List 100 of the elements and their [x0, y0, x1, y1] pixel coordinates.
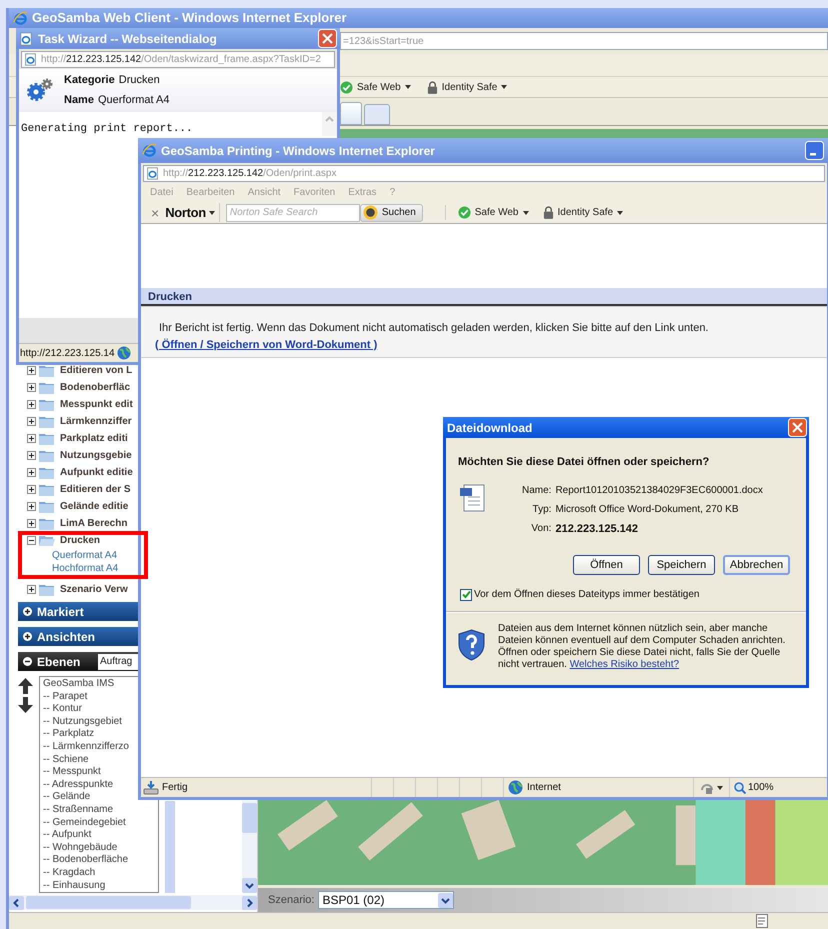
expand-icon[interactable]: [27, 519, 36, 528]
layer-item[interactable]: -- Einhausung: [43, 880, 106, 892]
caret-icon: [617, 210, 624, 214]
tree-item[interactable]: Lärmkennziffer: [60, 414, 132, 429]
check-icon: [340, 80, 353, 94]
tree-item[interactable]: Parkplatz editi: [60, 431, 128, 446]
layer-item[interactable]: -- Kontur: [43, 703, 82, 716]
scenario-dropdown[interactable]: BSP01 (02): [318, 891, 454, 909]
zoom-button[interactable]: 100%: [729, 778, 778, 797]
globe-icon: [116, 346, 131, 360]
tree-item[interactable]: Querformat A4: [52, 549, 118, 562]
checkbox[interactable]: [460, 588, 472, 600]
dropdown[interactable]: Auftrag: [98, 654, 138, 670]
scroll-down-icon[interactable]: [242, 878, 257, 893]
expand-icon[interactable]: [27, 383, 36, 392]
expand-icon[interactable]: [27, 502, 36, 511]
detail-label: Typ:: [532, 502, 552, 516]
tree-item[interactable]: Szenario Verw: [60, 582, 128, 597]
norton-menu[interactable]: Norton: [165, 202, 220, 222]
page-icon: [19, 32, 33, 46]
field-label: Name: [64, 92, 94, 108]
layer-item[interactable]: -- Adresspunkte: [43, 778, 114, 792]
risk-link[interactable]: Welches Risiko besteht?: [570, 659, 680, 670]
scrollbar[interactable]: [242, 801, 257, 893]
toolbar-button[interactable]: Safe Web: [340, 80, 411, 94]
dialog-button[interactable]: Abbrechen: [723, 555, 790, 575]
layer-item[interactable]: -- Kragdach: [43, 866, 96, 880]
layer-item[interactable]: -- Messpunkt: [43, 766, 101, 779]
address-field[interactable]: http://212.223.125.142/Oden/print.aspx: [143, 164, 825, 182]
layer-item[interactable]: -- Gelände: [43, 791, 90, 804]
panel-header[interactable]: Markiert: [18, 602, 138, 621]
layer-item[interactable]: -- Parapet: [43, 690, 88, 704]
expand-icon[interactable]: [27, 451, 36, 460]
expand-icon[interactable]: [27, 366, 36, 375]
search-button[interactable]: Suchen: [360, 204, 423, 222]
layer-item[interactable]: -- Aufpunkt: [43, 829, 92, 842]
layer-item[interactable]: GeoSamba IMS: [43, 678, 114, 691]
address-field[interactable]: http://212.223.125.142/Oden/taskwizard_frame.aspx?TaskID=2: [21, 50, 335, 68]
caret-icon: [438, 892, 454, 908]
globe-icon: [508, 780, 523, 795]
tree-item[interactable]: Editieren von L: [60, 363, 132, 378]
layer-item[interactable]: -- Straßenname: [43, 804, 114, 817]
dialog-button[interactable]: Speichern: [648, 555, 715, 575]
minimize-icon[interactable]: [805, 141, 824, 160]
building: [676, 805, 696, 866]
caret-icon: [501, 85, 508, 89]
expand-icon[interactable]: [27, 585, 36, 594]
expand-icon[interactable]: [27, 434, 36, 443]
expand-icon[interactable]: [27, 417, 36, 426]
tree-item[interactable]: LimA Berechn: [60, 516, 128, 531]
detail-value: 212.223.125.142: [555, 522, 640, 536]
layer-item[interactable]: -- Lärmkennzifferzo: [43, 740, 129, 754]
message-text: Ihr Bericht ist fertig. Wenn das Dokument nicht automatisch geladen werden, klicken Sie bitte auf den Link unten.: [159, 321, 710, 336]
detail-label: Von:: [530, 522, 552, 536]
layer-item[interactable]: -- Parkplatz: [43, 728, 94, 741]
expand-icon[interactable]: [27, 400, 36, 409]
close-button[interactable]: ×: [151, 206, 160, 220]
shield-help-icon: [458, 629, 485, 661]
expand-icon[interactable]: [27, 468, 36, 477]
toolbar-button[interactable]: Identity Safe: [542, 205, 624, 220]
expand-icon[interactable]: [27, 485, 36, 494]
tree-item[interactable]: Editieren der S: [60, 482, 131, 497]
folder-icon: [39, 466, 55, 478]
tree-item[interactable]: Aufpunkt editie: [60, 465, 133, 480]
layer-item[interactable]: -- Gemeindegebiet: [43, 816, 126, 830]
dialog-button[interactable]: Öffnen: [573, 555, 640, 575]
collapse-icon[interactable]: [27, 536, 36, 545]
tree-item[interactable]: Bodenoberfläc: [60, 380, 130, 395]
tree-item[interactable]: Hochformat A4: [52, 562, 118, 575]
panel-header[interactable]: Ebenen Auftrag: [18, 652, 138, 671]
page-icon: [146, 166, 159, 180]
folder-icon: [39, 518, 55, 530]
zone-text: Internet: [527, 781, 561, 795]
download-link[interactable]: ( Öffnen / Speichern von Word-Dokument ): [155, 336, 378, 353]
toolbar-button[interactable]: Identity Safe: [426, 80, 508, 94]
down-arrow-icon[interactable]: [18, 697, 33, 713]
layer-item[interactable]: -- Bodenoberfläche: [43, 854, 128, 867]
caret-icon: [404, 85, 411, 89]
lock-icon: [426, 80, 438, 94]
tree-item[interactable]: Drucken: [60, 533, 100, 548]
close-icon[interactable]: [788, 418, 807, 437]
search-field[interactable]: Norton Safe Search: [226, 204, 360, 222]
scrollbar[interactable]: [322, 112, 337, 136]
up-arrow-icon[interactable]: [18, 678, 33, 694]
checkbox-label: Vor dem Öffnen dieses Dateityps immer bestätigen: [474, 588, 700, 602]
scroll-left-icon[interactable]: [9, 896, 24, 910]
layer-item[interactable]: -- Schiene: [43, 754, 89, 766]
scrollbar[interactable]: [165, 801, 175, 893]
tree-item[interactable]: Gelände editie: [60, 499, 128, 514]
close-icon[interactable]: [318, 29, 337, 48]
layer-item[interactable]: -- Wohngebäude: [43, 842, 118, 854]
tree-item[interactable]: Nutzungsgebie: [60, 448, 132, 463]
toolbar-button[interactable]: Safe Web: [458, 205, 528, 220]
panel-header[interactable]: Ansichten: [18, 627, 138, 646]
scrollbar[interactable]: [9, 895, 257, 910]
tree-item[interactable]: Messpunkt edit: [60, 397, 133, 412]
caret-icon: [522, 210, 528, 214]
layer-item[interactable]: -- Nutzungsgebiet: [43, 716, 122, 728]
dialog-question: Möchten Sie diese Datei öffnen oder speichern?: [457, 455, 710, 470]
scroll-right-icon[interactable]: [242, 896, 257, 910]
